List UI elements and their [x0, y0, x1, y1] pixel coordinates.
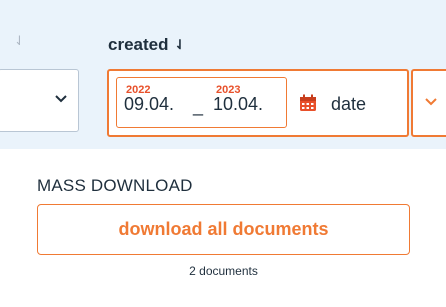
date-mode-label[interactable]: date [331, 94, 366, 115]
document-count: 2 documents [189, 264, 258, 278]
sort-arrow-icon[interactable]: ⇃ [14, 33, 25, 49]
to-date: 10.04. [213, 94, 264, 114]
sort-arrow-icon[interactable]: ⇃ [174, 37, 185, 53]
left-filter-select[interactable] [0, 69, 79, 132]
range-separator: _ [193, 96, 204, 116]
right-filter-select[interactable] [411, 69, 446, 137]
download-all-label: download all documents [118, 219, 329, 239]
chevron-down-icon [425, 98, 437, 106]
calendar-icon[interactable] [299, 94, 317, 112]
chevron-down-icon [55, 95, 67, 103]
mass-download-title: MASS DOWNLOAD [37, 176, 193, 195]
created-column-header[interactable]: created ⇃ [108, 35, 185, 55]
table-header-band: ⇃ created ⇃ 2022 09.04. _ 2023 10.04. da… [0, 0, 446, 149]
column-title: created [108, 35, 169, 54]
from-date: 09.04. [124, 94, 175, 114]
date-range-input[interactable]: 2022 09.04. _ 2023 10.04. [116, 77, 287, 128]
download-all-button[interactable]: download all documents [37, 204, 410, 255]
date-range-filter[interactable]: 2022 09.04. _ 2023 10.04. date [107, 69, 409, 137]
